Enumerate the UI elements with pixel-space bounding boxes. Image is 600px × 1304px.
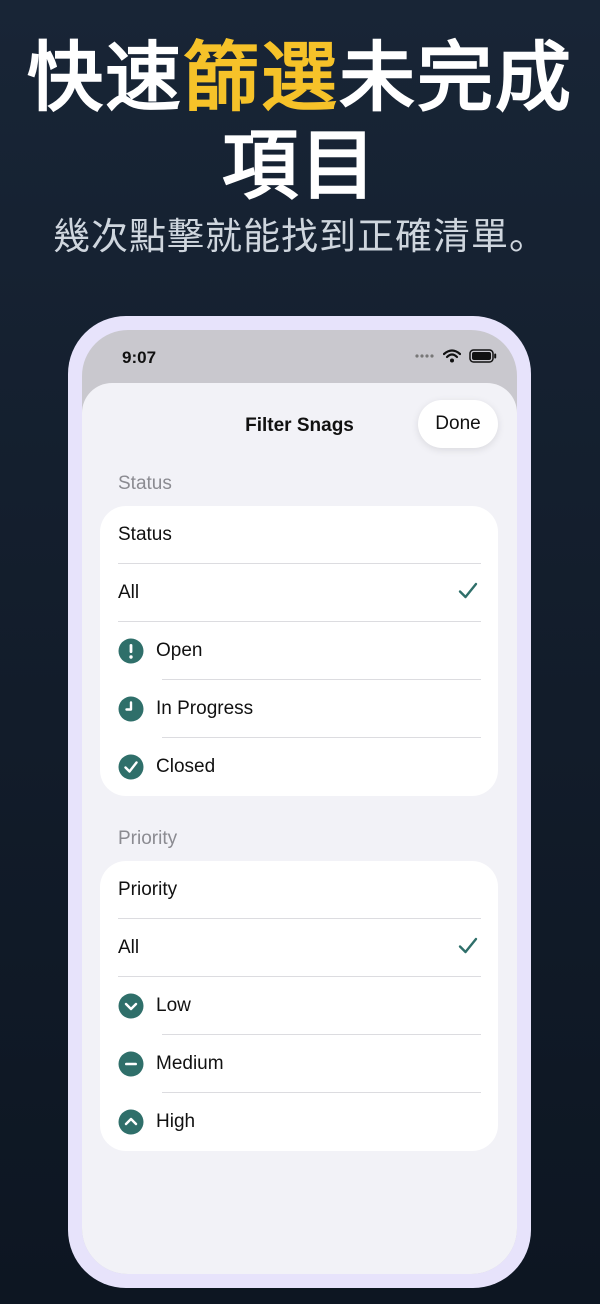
priority-option-all[interactable]: All — [100, 919, 498, 977]
option-label: Medium — [156, 1053, 224, 1074]
checkmark-icon — [458, 582, 478, 599]
minus-circle-icon — [118, 1051, 144, 1077]
status-picker-label: Status — [118, 524, 172, 545]
promo-subline: 幾次點擊就能找到正確清單。 — [53, 215, 547, 258]
headline-part-1: 快速 — [27, 33, 183, 122]
status-picker-row: Status — [100, 506, 498, 564]
status-icons — [415, 349, 497, 363]
checkmark-icon — [458, 937, 478, 954]
option-label: Closed — [156, 756, 216, 777]
option-label: In Progress — [156, 698, 254, 719]
status-option-in-progress[interactable]: In Progress — [100, 680, 498, 738]
headline-line-2: 項目 — [222, 121, 378, 210]
chevron-down-circle-icon — [118, 993, 144, 1019]
option-label: All — [118, 582, 140, 603]
status-bar: 9:07 — [82, 330, 517, 390]
priority-option-low[interactable]: Low — [100, 977, 498, 1035]
clock-circle-icon — [118, 696, 144, 722]
option-label: All — [118, 937, 140, 958]
status-option-open[interactable]: Open — [100, 622, 498, 680]
status-card: Status All Open In Progress Closed — [100, 506, 498, 796]
phone-screen: 9:07 Filter Snags Done Status Status All — [82, 330, 517, 1274]
battery-icon — [469, 349, 497, 363]
option-label: High — [156, 1111, 196, 1132]
priority-picker-row: Priority — [100, 861, 498, 919]
done-button[interactable]: Done — [418, 400, 498, 448]
chevron-up-circle-icon — [118, 1109, 144, 1135]
headline-highlight: 篩選 — [183, 33, 339, 122]
priority-picker-label: Priority — [118, 879, 178, 900]
phone-frame: 9:07 Filter Snags Done Status Status All — [68, 316, 531, 1288]
headline-part-2: 未完成 — [339, 33, 573, 122]
priority-section-header: Priority — [118, 828, 178, 849]
option-label: Low — [156, 995, 191, 1016]
signal-dots-icon — [415, 354, 434, 358]
wifi-icon — [443, 349, 461, 363]
priority-option-high[interactable]: High — [100, 1093, 498, 1151]
priority-option-medium[interactable]: Medium — [100, 1035, 498, 1093]
option-label: Open — [156, 640, 203, 661]
status-time: 9:07 — [122, 348, 157, 367]
status-section-header: Status — [118, 473, 172, 494]
headline-line-1: 快速篩選未完成 — [0, 34, 600, 122]
priority-card: Priority All Low Medium High — [100, 861, 498, 1151]
status-option-all[interactable]: All — [100, 564, 498, 622]
checkmark-circle-icon — [118, 754, 144, 780]
status-option-closed[interactable]: Closed — [100, 738, 498, 796]
exclamation-circle-icon — [118, 638, 144, 664]
promo-headline: 快速篩選未完成 項目 — [0, 34, 600, 210]
filter-sheet: Filter Snags Done Status Status All Open — [82, 383, 517, 1274]
